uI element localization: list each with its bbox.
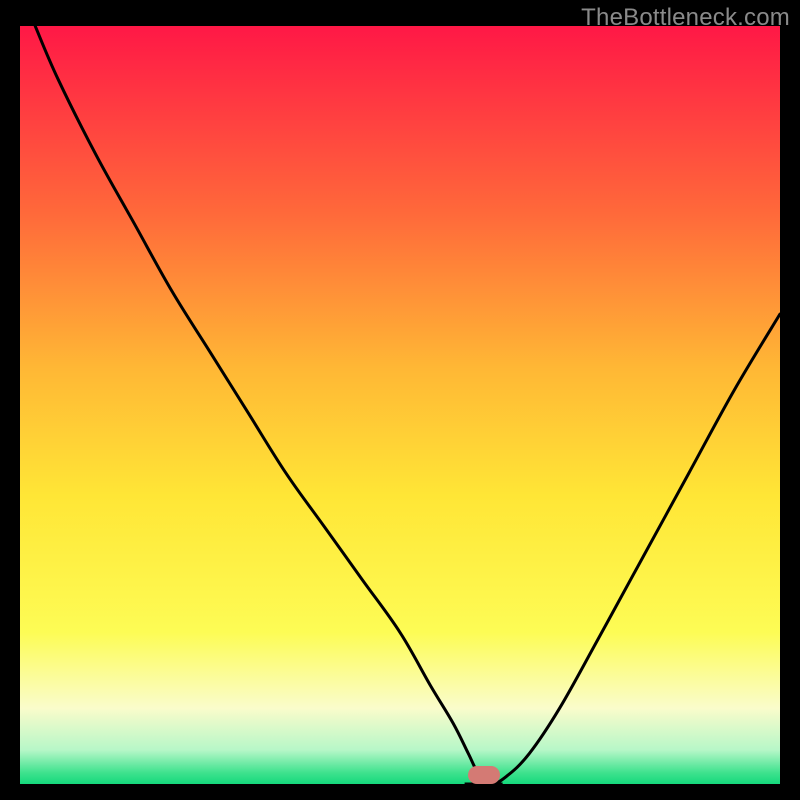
gradient-background <box>20 26 780 784</box>
watermark-text: TheBottleneck.com <box>581 4 790 32</box>
chart-frame: TheBottleneck.com <box>0 0 800 800</box>
plot-area <box>20 26 780 784</box>
bottleneck-marker <box>468 766 500 784</box>
plot-svg <box>20 26 780 784</box>
